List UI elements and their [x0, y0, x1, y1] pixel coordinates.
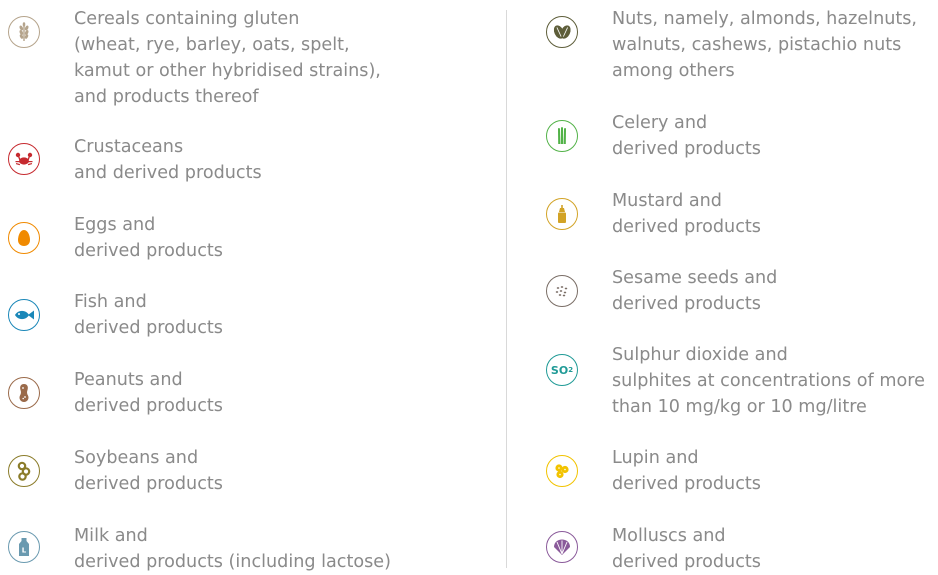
allergen-text-line: derived products — [612, 474, 761, 494]
allergen-text-line: among others — [612, 61, 735, 81]
svg-text:L: L — [22, 547, 27, 555]
so2-icon-text: SO — [550, 363, 569, 377]
allergen-text-line: Nuts, namely, almonds, hazelnuts, — [612, 9, 918, 29]
allergen-text-line: derived products — [612, 294, 761, 314]
allergen-text-line: derived products — [74, 474, 223, 494]
allergen-text-line: than 10 mg/kg or 10 mg/litre — [612, 397, 867, 417]
peanut-icon — [8, 377, 40, 409]
allergen-text-line: Lupin and — [612, 448, 699, 468]
allergen-text-line: Peanuts and — [74, 370, 183, 390]
allergen-text-line: kamut or other hybridised strains), — [74, 61, 381, 81]
celery-icon — [546, 120, 578, 152]
allergen-text-line: Eggs and — [74, 215, 156, 235]
allergen-text-line: derived products — [612, 552, 761, 572]
allergen-text-line: Mustard and — [612, 191, 722, 211]
lupin-icon — [546, 455, 578, 487]
allergen-text-line: Cereals containing gluten — [74, 9, 300, 29]
allergen-text-line: and products thereof — [74, 87, 259, 107]
wheat-icon — [8, 16, 40, 48]
soybean-icon — [8, 455, 40, 487]
allergen-text-line: Crustaceans — [74, 137, 184, 157]
allergen-text-line: derived products — [74, 318, 223, 338]
allergen-text-line: (wheat, rye, barley, oats, spelt, — [74, 35, 350, 55]
allergen-text-line: sulphites at concentrations of more — [612, 371, 925, 391]
allergen-text-line: derived products — [74, 241, 223, 261]
allergen-text-line: Milk and — [74, 526, 148, 546]
allergen-text-line: derived products (including lactose) — [74, 552, 391, 572]
allergen-text-line: walnuts, cashews, pistachio nuts — [612, 35, 902, 55]
column-divider — [506, 10, 507, 568]
so2-icon: SO 2 — [546, 354, 578, 386]
shell-icon — [546, 531, 578, 563]
allergen-text-line: derived products — [74, 396, 223, 416]
fish-icon — [8, 299, 40, 331]
so2-icon-sup: 2 — [568, 366, 574, 374]
allergen-text-line: Soybeans and — [74, 448, 199, 468]
nuts-icon — [546, 16, 578, 48]
milk-bottle-icon: L — [8, 531, 40, 563]
allergen-text-line: derived products — [612, 217, 761, 237]
crab-icon — [8, 143, 40, 175]
allergen-text-line: Celery and — [612, 113, 708, 133]
egg-icon — [8, 222, 40, 254]
allergen-text-line: and derived products — [74, 163, 262, 183]
allergen-text-line: Sesame seeds and — [612, 268, 778, 288]
mustard-bottle-icon — [546, 198, 578, 230]
allergen-text-line: Fish and — [74, 292, 147, 312]
allergen-text-line: Molluscs and — [612, 526, 726, 546]
sesame-seeds-icon — [546, 275, 578, 307]
allergen-text-line: Sulphur dioxide and — [612, 345, 788, 365]
allergen-text-line: derived products — [612, 139, 761, 159]
